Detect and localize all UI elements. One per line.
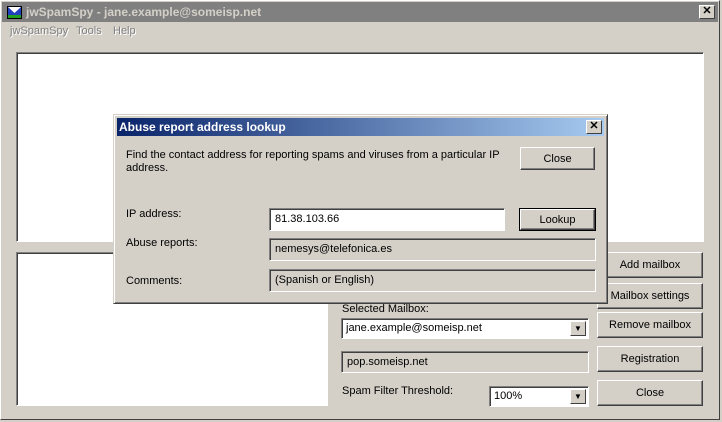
server-value: pop.someisp.net — [347, 356, 428, 368]
comments-field: (Spanish or English) — [269, 269, 596, 292]
abuse-reports-field: nemesys@telefonica.es — [269, 238, 596, 261]
spam-threshold-value: 100% — [494, 390, 523, 402]
ip-address-label: IP address: — [126, 208, 182, 220]
spam-threshold-label: Spam Filter Threshold: — [342, 385, 454, 397]
add-mailbox-button[interactable]: Add mailbox — [597, 252, 703, 278]
comments-value: (Spanish or English) — [275, 274, 375, 286]
dialog-title: Abuse report address lookup — [119, 120, 286, 134]
abuse-reports-value: nemesys@telefonica.es — [275, 243, 392, 255]
abuse-lookup-dialog: Abuse report address lookup ✕ Find the c… — [113, 114, 608, 304]
menu-tools[interactable]: Tools — [76, 25, 102, 37]
close-icon: ✕ — [702, 5, 712, 17]
ip-address-input[interactable]: 81.38.103.66 — [269, 208, 505, 231]
menu-help[interactable]: Help — [113, 25, 136, 37]
main-close-button[interactable]: Close — [597, 380, 703, 406]
menu-jwspamspy[interactable]: jwSpamSpy — [10, 25, 68, 37]
selected-mailbox-label: Selected Mailbox: — [342, 303, 429, 315]
chevron-down-icon[interactable]: ▼ — [570, 389, 586, 404]
spam-threshold-select[interactable]: 100% ▼ — [489, 386, 589, 407]
selected-mailbox-value: jane.example@someisp.net — [346, 322, 482, 334]
lookup-button[interactable]: Lookup — [519, 208, 596, 231]
comments-label: Comments: — [126, 275, 183, 287]
close-icon: ✕ — [589, 120, 599, 132]
dialog-description: Find the contact address for reporting s… — [126, 149, 500, 174]
abuse-reports-label: Abuse reports: — [126, 237, 198, 249]
mailbox-settings-button[interactable]: Mailbox settings — [597, 283, 703, 309]
registration-button[interactable]: Registration — [597, 346, 703, 372]
server-field: pop.someisp.net — [341, 351, 589, 373]
main-titlebar[interactable]: jwSpamSpy - jane.example@someisp.net ✕ — [2, 2, 718, 22]
ip-address-value: 81.38.103.66 — [275, 213, 340, 225]
window-close-button[interactable]: ✕ — [699, 5, 715, 19]
window-title: jwSpamSpy - jane.example@someisp.net — [26, 5, 262, 19]
dialog-titlebar[interactable]: Abuse report address lookup ✕ — [117, 118, 604, 136]
dialog-close-x-button[interactable]: ✕ — [586, 120, 602, 134]
chevron-down-icon[interactable]: ▼ — [570, 321, 586, 336]
app-envelope-icon — [7, 6, 22, 19]
remove-mailbox-button[interactable]: Remove mailbox — [597, 312, 703, 338]
dialog-close-button[interactable]: Close — [520, 147, 595, 170]
selected-mailbox-select[interactable]: jane.example@someisp.net ▼ — [341, 318, 589, 339]
menu-bar: jwSpamSpy Tools Help — [2, 22, 718, 42]
